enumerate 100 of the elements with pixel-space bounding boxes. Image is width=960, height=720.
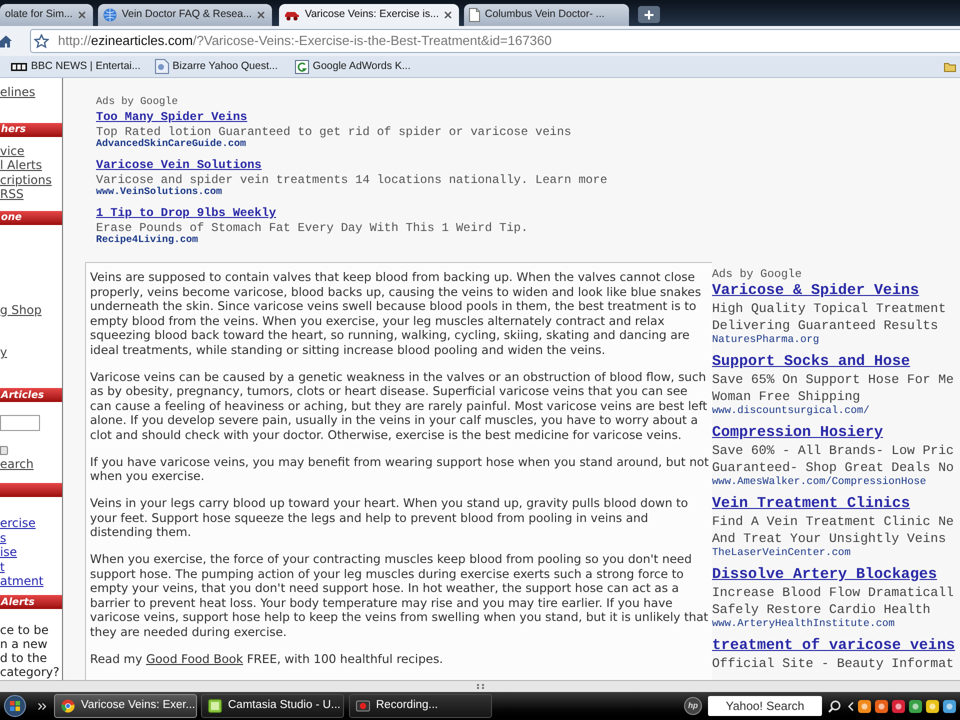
section-title: one (0, 211, 22, 225)
ad-url-link[interactable]: AdvancedSkinCareGuide.com (96, 139, 246, 151)
ad-description: High Quality Topical Treatment (712, 300, 946, 317)
article-paragraph: When you exercise, the force of your contracting muscles keep blood from pooling so you don't need support hose. The pumping action of your leg muscles during exercise exerts such a strong force to empty your veins, that you don't need support hose. In hot weather, the support hose can act as a barrier to prevent heat loss. Your body temperature may rise and you may tire earlier. If you have varicose veins, support hose help to keep the veins from swelling when you stand, but it is unlikely that they are needed during exercise. (90, 552, 710, 639)
ad-description: Save 65% On Support Hose For Me (712, 371, 954, 388)
record-icon (356, 699, 370, 713)
article-link[interactable]: ercise (0, 516, 36, 530)
ad-description: Top Rated lotion Guaranteed to get rid of spider or varicose veins (96, 125, 572, 139)
ad-description: Safely Restore Cardio Health (712, 601, 930, 618)
document-icon (154, 59, 169, 74)
ad-description: And Treat Your Unsightly Veins (712, 530, 946, 547)
chevron-left-icon[interactable] (848, 702, 854, 710)
section-title: Articles (0, 388, 44, 402)
ad-url-link[interactable]: www.VeinSolutions.com (96, 187, 222, 199)
sidebar-link[interactable]: vice (0, 144, 24, 158)
close-icon[interactable] (256, 11, 265, 19)
ads-label: Ads by Google (96, 95, 178, 109)
ad-title-link[interactable]: treatment of varicose veins (712, 637, 956, 655)
tray-app-icon[interactable] (909, 700, 922, 712)
sidebar-link[interactable]: criptions (0, 172, 52, 187)
sidebar-link[interactable]: earch (0, 457, 34, 472)
ad-description: Guaranteed- Shop Great Deals No (712, 459, 954, 476)
ad-description: Save 60% - All Brands- Low Pric (712, 442, 954, 459)
browser-tab[interactable]: olate for Sim... (0, 4, 93, 26)
tray-app-icon[interactable] (943, 700, 956, 712)
ad-description: Erase Pounds of Stomach Fat Every Day With This 1 Weird Tip. (96, 221, 528, 235)
address-field[interactable]: http://ezinearticles.com/?Varicose-Veins:-Exercise-is-the-Best-Treatment&id=167360 (30, 29, 960, 53)
close-icon[interactable] (444, 11, 452, 19)
bookmark-link[interactable]: BBC NEWS | Entertai... (11, 58, 141, 74)
blocks-icon (11, 62, 27, 70)
article-paragraph: Varicose veins can be caused by a genetic weakness in the valves or an obstruction of blood flow, such as by obesity, pregnancy, tumors, clots or heart disease. Superficial varicose veins that you can see can cause a feeling of heaviness or aching, but they are rarely painful. Most varicose veins are best left alone. If you develop severe pain, usually in the veins in your calf muscles, you have to worry about a clot and should check with your doctor. Otherwise, exercise is the best medicine for varicose veins. (90, 370, 708, 442)
ad-title-link[interactable]: Varicose & Spider Veins (712, 282, 920, 300)
article-paragraph: Veins in your legs carry blood up toward your heart. When you stand up, gravity pulls blood down to your feet. Support hose squeeze the legs and help to prevent blood from pooling in veins and distending them. (90, 496, 690, 540)
start-orb-icon[interactable] (4, 695, 26, 717)
article-link[interactable]: s (0, 530, 6, 545)
ad-url-link[interactable]: Recipe4Living.com (96, 235, 198, 247)
taskbar-button[interactable]: Varicose Veins: Exer... (54, 694, 197, 718)
article-link[interactable]: t (0, 560, 5, 574)
article-link[interactable]: ise (0, 545, 17, 560)
ad-title-link[interactable]: Vein Treatment Clinics (712, 495, 910, 513)
brand-logo: hp (684, 697, 702, 715)
taskbar-button[interactable]: Camtasia Studio - U... (201, 694, 344, 718)
arc-tile-icon (294, 60, 309, 74)
section-title: Alerts (0, 596, 35, 610)
taskbar-button[interactable]: Recording... (349, 694, 492, 718)
ad-description: Official Site - Beauty Informat (712, 655, 954, 672)
ad-title-link[interactable]: Support Socks and Hose (712, 353, 910, 371)
ad-url-link[interactable]: TheLaserVeinCenter.com (712, 547, 851, 560)
ad-title-link[interactable]: Dissolve Artery Blockages (712, 566, 938, 584)
new-tab-button[interactable] (638, 6, 660, 23)
ad-url-link[interactable]: NaturesPharma.org (712, 334, 820, 347)
car-icon (284, 9, 300, 21)
sidebar-text: d to the (0, 651, 47, 665)
tile-icon (208, 699, 222, 713)
section-title: hers (0, 123, 26, 137)
search-icon[interactable] (828, 700, 841, 712)
browser-tab[interactable]: Vein Doctor FAQ & Resea... (98, 4, 272, 26)
home-icon[interactable] (0, 34, 12, 48)
tray-app-icon[interactable] (892, 700, 905, 712)
tray-app-icon[interactable] (926, 700, 939, 712)
bookmark-link[interactable]: Google AdWords K... (294, 58, 411, 74)
article-paragraph: Veins are supposed to contain valves that keep blood from backing up. When the valves cannot close properly, veins become varicose, blood backs up, causing the veins to widen and look like blue snakes underneath the skin. Since varicose veins swell because blood pools in them, the best treatment is to empty blood from the veins. When you exercise, your leg muscles alternately contract and relax squeezing blood back toward the heart, so running, walking, cycling, skiing, skating and dancing are ideal treatments, while standing or sitting increase blood pooling and widen the veins. (90, 270, 702, 357)
ad-title-link[interactable]: Compression Hosiery (712, 424, 884, 442)
browser-tab[interactable]: Columbus Vein Doctor- ... (464, 4, 629, 26)
bookmark-link[interactable]: Bizarre Yahoo Quest... (154, 58, 278, 74)
grip-icon[interactable] (476, 684, 484, 689)
small-button[interactable] (0, 446, 8, 455)
plus-icon (644, 10, 654, 20)
ad-title-link[interactable]: 1 Tip to Drop 9lbs Weekly (96, 205, 276, 221)
ad-url-link[interactable]: www.discountsurgical.com/ (712, 405, 870, 418)
close-icon[interactable] (78, 11, 86, 19)
double-chevron-icon[interactable] (38, 702, 46, 710)
article-paragraph: Read my Good Food Book FREE, with 100 healthful recipes. (90, 652, 444, 666)
article-link[interactable]: atment (0, 574, 44, 588)
ad-url-link[interactable]: www.ArteryHealthInstitute.com (712, 618, 895, 631)
browser-icon (61, 699, 75, 713)
tray-app-icon[interactable] (858, 700, 871, 712)
ad-title-link[interactable]: Too Many Spider Veins (96, 109, 248, 125)
page-icon (468, 8, 480, 22)
ad-title-link[interactable]: Varicose Vein Solutions (96, 157, 262, 173)
search-field[interactable]: Yahoo! Search (708, 696, 822, 716)
folder-icon[interactable] (944, 62, 956, 72)
sidebar-link[interactable]: elines (0, 85, 36, 100)
ad-url-link[interactable]: www.AmesWalker.com/CompressionHose (712, 476, 926, 489)
sidebar-link[interactable]: l Alerts (0, 158, 42, 172)
book-link[interactable]: Good Food Book (146, 652, 244, 666)
search-field[interactable] (0, 415, 40, 431)
ad-description: Find A Vein Treatment Clinic Ne (712, 513, 954, 530)
star-icon[interactable] (34, 34, 49, 48)
tray-app-icon[interactable] (875, 700, 888, 712)
url-text: http://ezinearticles.com/?Varicose-Veins:-Exercise-is-the-Best-Treatment&id=167360 (58, 32, 552, 50)
sidebar-text: n a new (0, 637, 48, 651)
browser-tab[interactable]: Varicose Veins: Exercise is... (278, 4, 459, 26)
ad-description: Increase Blood Flow Dramaticall (712, 584, 954, 601)
section-header (0, 483, 62, 497)
sidebar-link[interactable]: RSS (0, 187, 24, 202)
sidebar-link[interactable]: g Shop (0, 302, 42, 317)
ad-description: Varicose and spider vein treatments 14 locations nationally. Learn more (96, 173, 608, 187)
ad-description: Woman Free Shipping (712, 388, 860, 405)
sidebar-link[interactable]: y (0, 345, 8, 360)
